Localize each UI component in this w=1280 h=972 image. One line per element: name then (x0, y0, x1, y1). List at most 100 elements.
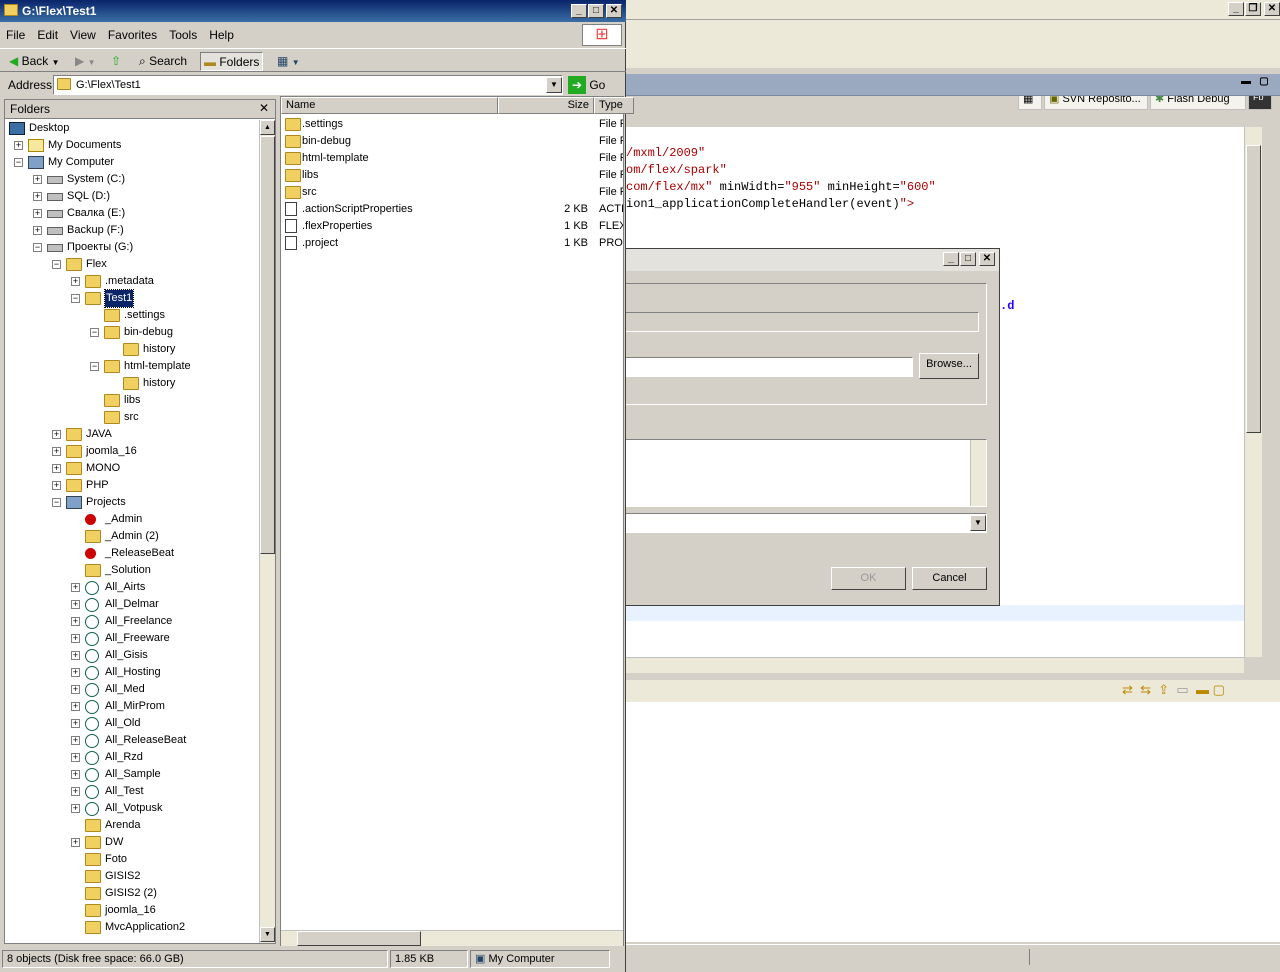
dialog-maximize-icon[interactable]: □ (960, 252, 976, 266)
expand-icon[interactable]: + (33, 226, 42, 235)
file-row[interactable]: .project 1 KB PRO. (281, 235, 623, 252)
refresh-icon[interactable]: ⇆ (1140, 682, 1151, 697)
menu-help[interactable]: Help (203, 24, 240, 46)
expand-icon[interactable]: + (14, 141, 23, 150)
close-folders-icon[interactable]: ✕ (259, 101, 269, 115)
ok-button[interactable]: OK (831, 567, 906, 590)
file-row[interactable]: html-template File F (281, 150, 623, 167)
explorer-maximize-icon[interactable]: □ (588, 4, 604, 18)
expand-icon[interactable]: + (71, 685, 80, 694)
file-row[interactable]: .flexProperties 1 KB FLEX (281, 218, 623, 235)
tree-scroll-thumb[interactable] (260, 136, 275, 554)
dialog-textarea-scrollbar[interactable] (970, 440, 986, 506)
file-row[interactable]: .actionScriptProperties 2 KB ACTI (281, 201, 623, 218)
address-input[interactable]: G:\Flex\Test1 ▼ (53, 75, 563, 95)
expand-icon[interactable]: + (33, 175, 42, 184)
tree-item-label: All_Hosting (105, 666, 161, 678)
expand-icon[interactable]: + (71, 617, 80, 626)
file-icon (285, 202, 297, 216)
menu-favorites[interactable]: Favorites (102, 24, 163, 46)
expand-icon[interactable]: + (71, 787, 80, 796)
close-icon[interactable]: ✕ (1264, 2, 1280, 16)
search-button[interactable]: ⌕ Search (136, 52, 190, 71)
minimize-icon[interactable]: _ (1228, 2, 1244, 16)
column-type[interactable]: Type (594, 97, 634, 114)
scroll-down-icon[interactable]: ▼ (260, 927, 275, 942)
menu-edit[interactable]: Edit (31, 24, 64, 46)
bottom-maximize-icon[interactable]: ▢ (1213, 682, 1225, 697)
expand-icon[interactable]: + (71, 668, 80, 677)
expand-icon[interactable]: + (33, 192, 42, 201)
dialog-combo[interactable]: ▼ (607, 513, 987, 533)
expand-icon[interactable]: + (52, 481, 61, 490)
dialog-readonly-field (611, 312, 979, 332)
expand-icon[interactable]: + (52, 447, 61, 456)
explorer-close-icon[interactable]: ✕ (606, 4, 622, 18)
up-folder-button[interactable]: ⇧ (108, 52, 124, 71)
expand-icon[interactable]: + (71, 804, 80, 813)
tree-vscrollbar[interactable]: ▲ ▼ (259, 120, 275, 943)
expand-icon[interactable]: + (52, 430, 61, 439)
dialog-minimize-icon[interactable]: _ (943, 252, 959, 266)
cancel-button[interactable]: Cancel (912, 567, 987, 590)
dialog-close-icon[interactable]: ✕ (979, 252, 995, 266)
editor-scroll-thumb[interactable] (1246, 145, 1261, 433)
expand-icon[interactable]: + (71, 770, 80, 779)
menu-file[interactable]: File (0, 24, 31, 46)
file-row[interactable]: bin-debug File F (281, 133, 623, 150)
scroll-up-icon[interactable]: ▲ (260, 120, 275, 135)
expand-icon[interactable]: + (71, 277, 80, 286)
file-row[interactable]: .settings File F (281, 116, 623, 133)
expand-icon[interactable]: + (71, 634, 80, 643)
file-row[interactable]: src File F (281, 184, 623, 201)
address-folder-icon (57, 78, 71, 90)
dialog-textarea[interactable] (607, 439, 987, 507)
restore-icon[interactable]: ❐ (1245, 2, 1261, 16)
file-name: .settings (302, 118, 343, 130)
folder-tree[interactable]: Desktop + My Documents − My Computer + System … (5, 120, 259, 943)
sync-icon[interactable]: ⇄ (1122, 682, 1133, 697)
back-button[interactable]: ◀ Back ▼ (6, 52, 63, 71)
expand-icon[interactable]: + (71, 583, 80, 592)
view-maximize-icon[interactable]: ▢ (1256, 76, 1272, 90)
bottom-minimize-icon[interactable]: ▬ (1196, 682, 1209, 697)
pin-icon[interactable]: ▭ (1176, 682, 1188, 697)
collapse-icon[interactable]: − (52, 260, 61, 269)
expand-icon[interactable]: + (33, 209, 42, 218)
editor-vscrollbar[interactable] (1244, 127, 1262, 657)
collapse-icon[interactable]: − (90, 328, 99, 337)
views-button[interactable]: ▦ ▼ (274, 52, 303, 71)
menu-view[interactable]: View (64, 24, 102, 46)
editor-hscrollbar[interactable] (626, 657, 1244, 673)
commit-icon[interactable]: ⇪ (1158, 682, 1169, 697)
chevron-down-icon[interactable]: ▼ (970, 515, 986, 531)
explorer-minimize-icon[interactable]: _ (571, 4, 587, 18)
file-row[interactable]: libs File F (281, 167, 623, 184)
expand-icon[interactable]: + (71, 719, 80, 728)
dialog-path-input[interactable] (611, 357, 913, 377)
column-size[interactable]: Size (498, 97, 594, 114)
folder-icon (285, 152, 301, 165)
collapse-icon[interactable]: − (71, 294, 80, 303)
go-button[interactable]: ➔ Go (568, 75, 620, 95)
expand-icon[interactable]: + (71, 753, 80, 762)
collapse-icon[interactable]: − (33, 243, 42, 252)
expand-icon[interactable]: + (71, 702, 80, 711)
expand-icon[interactable]: + (71, 651, 80, 660)
menu-tools[interactable]: Tools (163, 24, 203, 46)
collapse-icon[interactable]: − (52, 498, 61, 507)
address-dropdown-icon[interactable]: ▼ (546, 77, 562, 93)
expand-icon[interactable]: + (71, 736, 80, 745)
collapse-icon[interactable]: − (90, 362, 99, 371)
browse-button[interactable]: Browse... (919, 353, 979, 379)
expand-icon[interactable]: + (71, 838, 80, 847)
expand-icon[interactable]: + (71, 600, 80, 609)
files-scroll-thumb[interactable] (297, 931, 421, 946)
folders-button[interactable]: ▬ Folders (200, 52, 264, 71)
expand-icon[interactable]: + (52, 464, 61, 473)
view-minimize-icon[interactable]: ▬ (1238, 76, 1254, 90)
collapse-icon[interactable]: − (14, 158, 23, 167)
files-hscrollbar[interactable] (281, 930, 623, 946)
column-name[interactable]: Name (281, 97, 498, 114)
forward-button[interactable]: ▶ ▼ (72, 52, 99, 71)
